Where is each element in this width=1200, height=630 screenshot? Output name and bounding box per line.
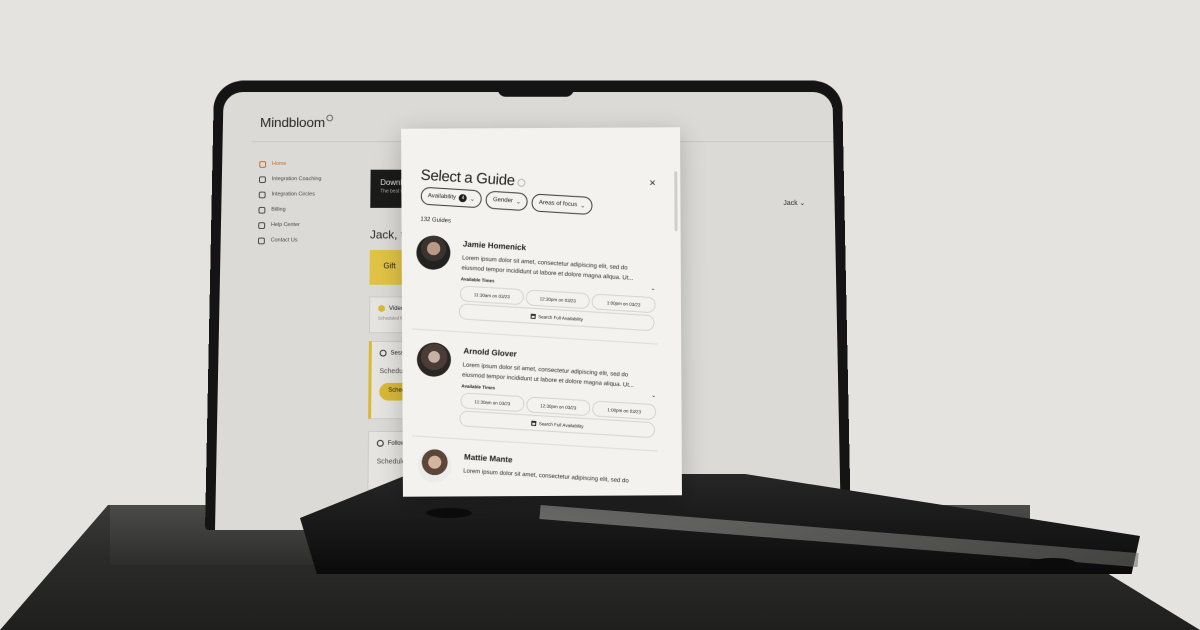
time-slot-button[interactable]: 11:30am on 03/23 xyxy=(460,392,525,413)
guide-card[interactable]: Jamie Homenick Lorem ipsum dolor sit ame… xyxy=(411,233,666,345)
chevron-down-icon[interactable]: ⌄ xyxy=(650,285,655,292)
modal-scrollbar[interactable] xyxy=(674,171,678,232)
filter-label: Gender xyxy=(492,197,514,205)
chevron-down-icon: ⌄ xyxy=(579,202,586,210)
close-icon[interactable]: × xyxy=(649,177,656,189)
divider xyxy=(411,328,658,345)
guide-bio: Lorem ipsum dolor sit amet, consectetur … xyxy=(463,468,629,485)
available-times-label: Available Times xyxy=(460,276,495,284)
avatar xyxy=(415,234,452,271)
calendar-icon xyxy=(530,420,536,426)
filter-label: Availability xyxy=(427,193,457,201)
filter-gender[interactable]: Gender ⌄ xyxy=(485,190,529,212)
camera-notch xyxy=(497,80,574,97)
laptop-foot xyxy=(1030,558,1076,568)
chevron-down-icon: ⌄ xyxy=(515,198,522,206)
modal-title-text: Select a Guide xyxy=(420,166,516,190)
avatar xyxy=(415,341,452,378)
select-guide-modal: Select a Guide × Availability 4 ⌄ Gender… xyxy=(401,127,682,497)
filter-areas-of-focus[interactable]: Areas of focus ⌄ xyxy=(531,193,593,216)
time-slot-button[interactable]: 1:00pm on 03/23 xyxy=(591,400,657,421)
button-label: Search Full Availability xyxy=(538,313,584,322)
time-slot-button[interactable]: 1:00pm on 03/23 xyxy=(591,293,657,314)
guide-name[interactable]: Arnold Glover xyxy=(463,346,517,358)
available-times-label: Available Times xyxy=(461,383,496,391)
chevron-down-icon[interactable]: ⌄ xyxy=(651,392,656,399)
filter-availability[interactable]: Availability 4 ⌄ xyxy=(420,186,483,209)
button-label: Search Full Availability xyxy=(538,420,584,429)
avatar xyxy=(416,447,453,484)
chevron-down-icon: ⌄ xyxy=(469,196,476,203)
guide-count: 132 Guides xyxy=(420,216,452,225)
divider xyxy=(412,435,658,452)
time-slot-button[interactable]: 12:30pm on 03/23 xyxy=(525,396,591,417)
filter-count-badge: 4 xyxy=(458,193,468,203)
filter-bar: Availability 4 ⌄ Gender ⌄ Areas of focus… xyxy=(420,186,593,216)
laptop-foot xyxy=(426,508,472,518)
info-icon[interactable] xyxy=(517,178,526,188)
modal-title: Select a Guide xyxy=(420,167,526,190)
guide-name[interactable]: Jamie Homenick xyxy=(463,239,527,252)
time-slot-button[interactable]: 11:30am on 03/23 xyxy=(459,285,525,306)
filter-label: Areas of focus xyxy=(538,199,578,209)
guide-name[interactable]: Mattie Mante xyxy=(464,452,513,464)
time-slot-button[interactable]: 12:30pm on 03/23 xyxy=(525,289,591,310)
calendar-icon xyxy=(530,313,536,319)
